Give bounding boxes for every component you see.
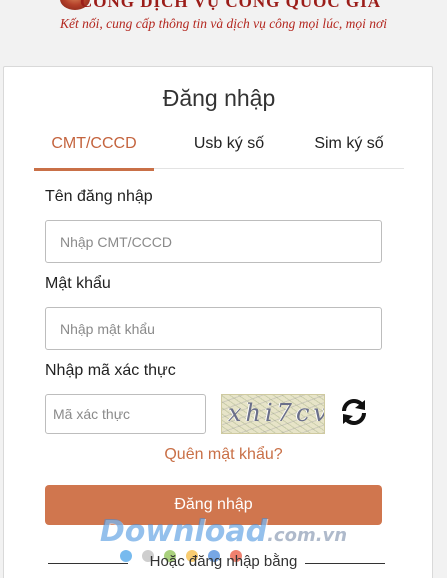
site-title: CỔNG DỊCH VỤ CÔNG QUỐC GIA	[80, 0, 382, 11]
username-input[interactable]	[45, 220, 382, 263]
alt-login-label: Hoặc đăng nhập bằng	[149, 553, 298, 570]
tab-usb-signature[interactable]: Usb ký số	[174, 119, 284, 169]
captcha-image: xhi7cv	[221, 394, 325, 434]
login-tabs: CMT/CCCD Usb ký số Sim ký số	[34, 119, 404, 171]
password-label: Mật khẩu	[45, 275, 111, 292]
login-button[interactable]: Đăng nhập	[45, 485, 382, 525]
login-title: Đăng nhập	[162, 85, 276, 111]
captcha-text: xhi7cv	[228, 399, 325, 427]
tab-cmt-cccd[interactable]: CMT/CCCD	[34, 119, 154, 171]
site-header: CỔNG DỊCH VỤ CÔNG QUỐC GIA Kết nối, cung…	[0, 0, 447, 62]
forgot-password-link[interactable]: Quên mật khẩu?	[0, 446, 447, 464]
captcha-input[interactable]	[45, 394, 206, 434]
username-label: Tên đăng nhập	[45, 188, 153, 205]
captcha-label: Nhập mã xác thực	[45, 362, 176, 379]
refresh-captcha-button[interactable]	[338, 396, 370, 428]
refresh-icon	[342, 399, 366, 425]
tab-sim-signature[interactable]: Sim ký số	[294, 119, 404, 169]
divider-right	[305, 563, 385, 564]
site-subtitle: Kết nối, cung cấp thông tin và dịch vụ c…	[59, 16, 388, 31]
password-input[interactable]	[45, 307, 382, 350]
